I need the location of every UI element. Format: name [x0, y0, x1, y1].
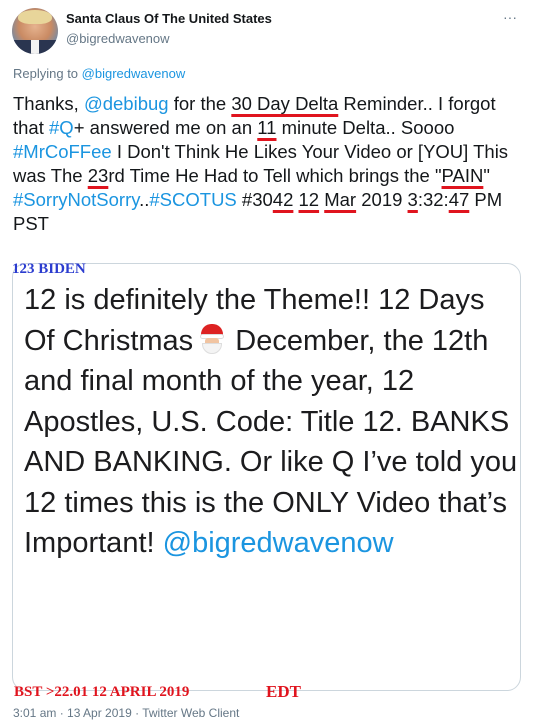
santa-emoji-icon: [197, 323, 227, 354]
santa-beard: [202, 342, 223, 354]
text-segment: + answered me on an: [73, 117, 258, 138]
more-options-icon[interactable]: ···: [499, 6, 521, 28]
hashtag-link[interactable]: #Q: [49, 117, 74, 138]
underlined-text: 30 Day Delta: [231, 93, 339, 114]
replying-to-mention[interactable]: @bigredwavenow: [82, 66, 186, 81]
text-segment: :32:: [417, 189, 449, 210]
text-segment: #30: [236, 189, 273, 210]
underlined-text: 42: [272, 189, 294, 210]
replying-to-label: Replying to: [13, 66, 79, 81]
avatar-hair: [18, 10, 52, 24]
underlined-text: 47: [448, 189, 470, 210]
replying-to: Replying to @bigredwavenow: [13, 66, 185, 81]
underlined-text: 23: [87, 165, 109, 186]
hashtag-link[interactable]: #MrCoFFee: [13, 141, 112, 162]
underlined-text: PAIN: [441, 165, 484, 186]
tweet-text: Thanks, @debibug for the 30 Day Delta Re…: [13, 92, 523, 236]
underlined-text: Mar: [324, 189, 357, 210]
annotation-edt: EDT: [266, 682, 301, 701]
annotation-biden: 123 BIDEN: [12, 261, 86, 277]
avatar-shirt: [31, 40, 39, 54]
text-segment: for the: [168, 93, 232, 114]
tweet-timestamp[interactable]: 3:01 am · 13 Apr 2019 · Twitter Web Clie…: [13, 706, 239, 720]
image-card[interactable]: 12 is definitely the Theme!! 12 Days Of …: [12, 263, 521, 691]
hashtag-link[interactable]: #SorryNotSorry: [13, 189, 139, 210]
card-text-segment: December, the 12th and final month of th…: [24, 324, 518, 560]
text-segment: minute Delta.. Soooo: [276, 117, 455, 138]
author-handle[interactable]: @bigredwavenow: [66, 31, 170, 46]
text-segment: ..: [139, 189, 150, 210]
author-display-name[interactable]: Santa Claus Of The United States: [66, 11, 272, 26]
card-mention: @bigredwavenow: [162, 527, 394, 559]
annotation-bst: BST >22.01 12 APRIL 2019: [14, 684, 190, 700]
mention-link[interactable]: @debibug: [84, 93, 169, 114]
underlined-text: 12: [298, 189, 320, 210]
text-segment: rd Time He Had to Tell which brings the …: [108, 165, 442, 186]
card-text: 12 is definitely the Theme!! 12 Days Of …: [24, 280, 519, 564]
text-segment: Thanks,: [13, 93, 84, 114]
avatar[interactable]: [12, 8, 58, 54]
underlined-text: 11: [257, 117, 277, 138]
underlined-text: 3: [407, 189, 418, 210]
text-segment: 2019: [356, 189, 408, 210]
text-segment: ": [483, 165, 490, 186]
hashtag-link[interactable]: #SCOTUS: [149, 189, 236, 210]
